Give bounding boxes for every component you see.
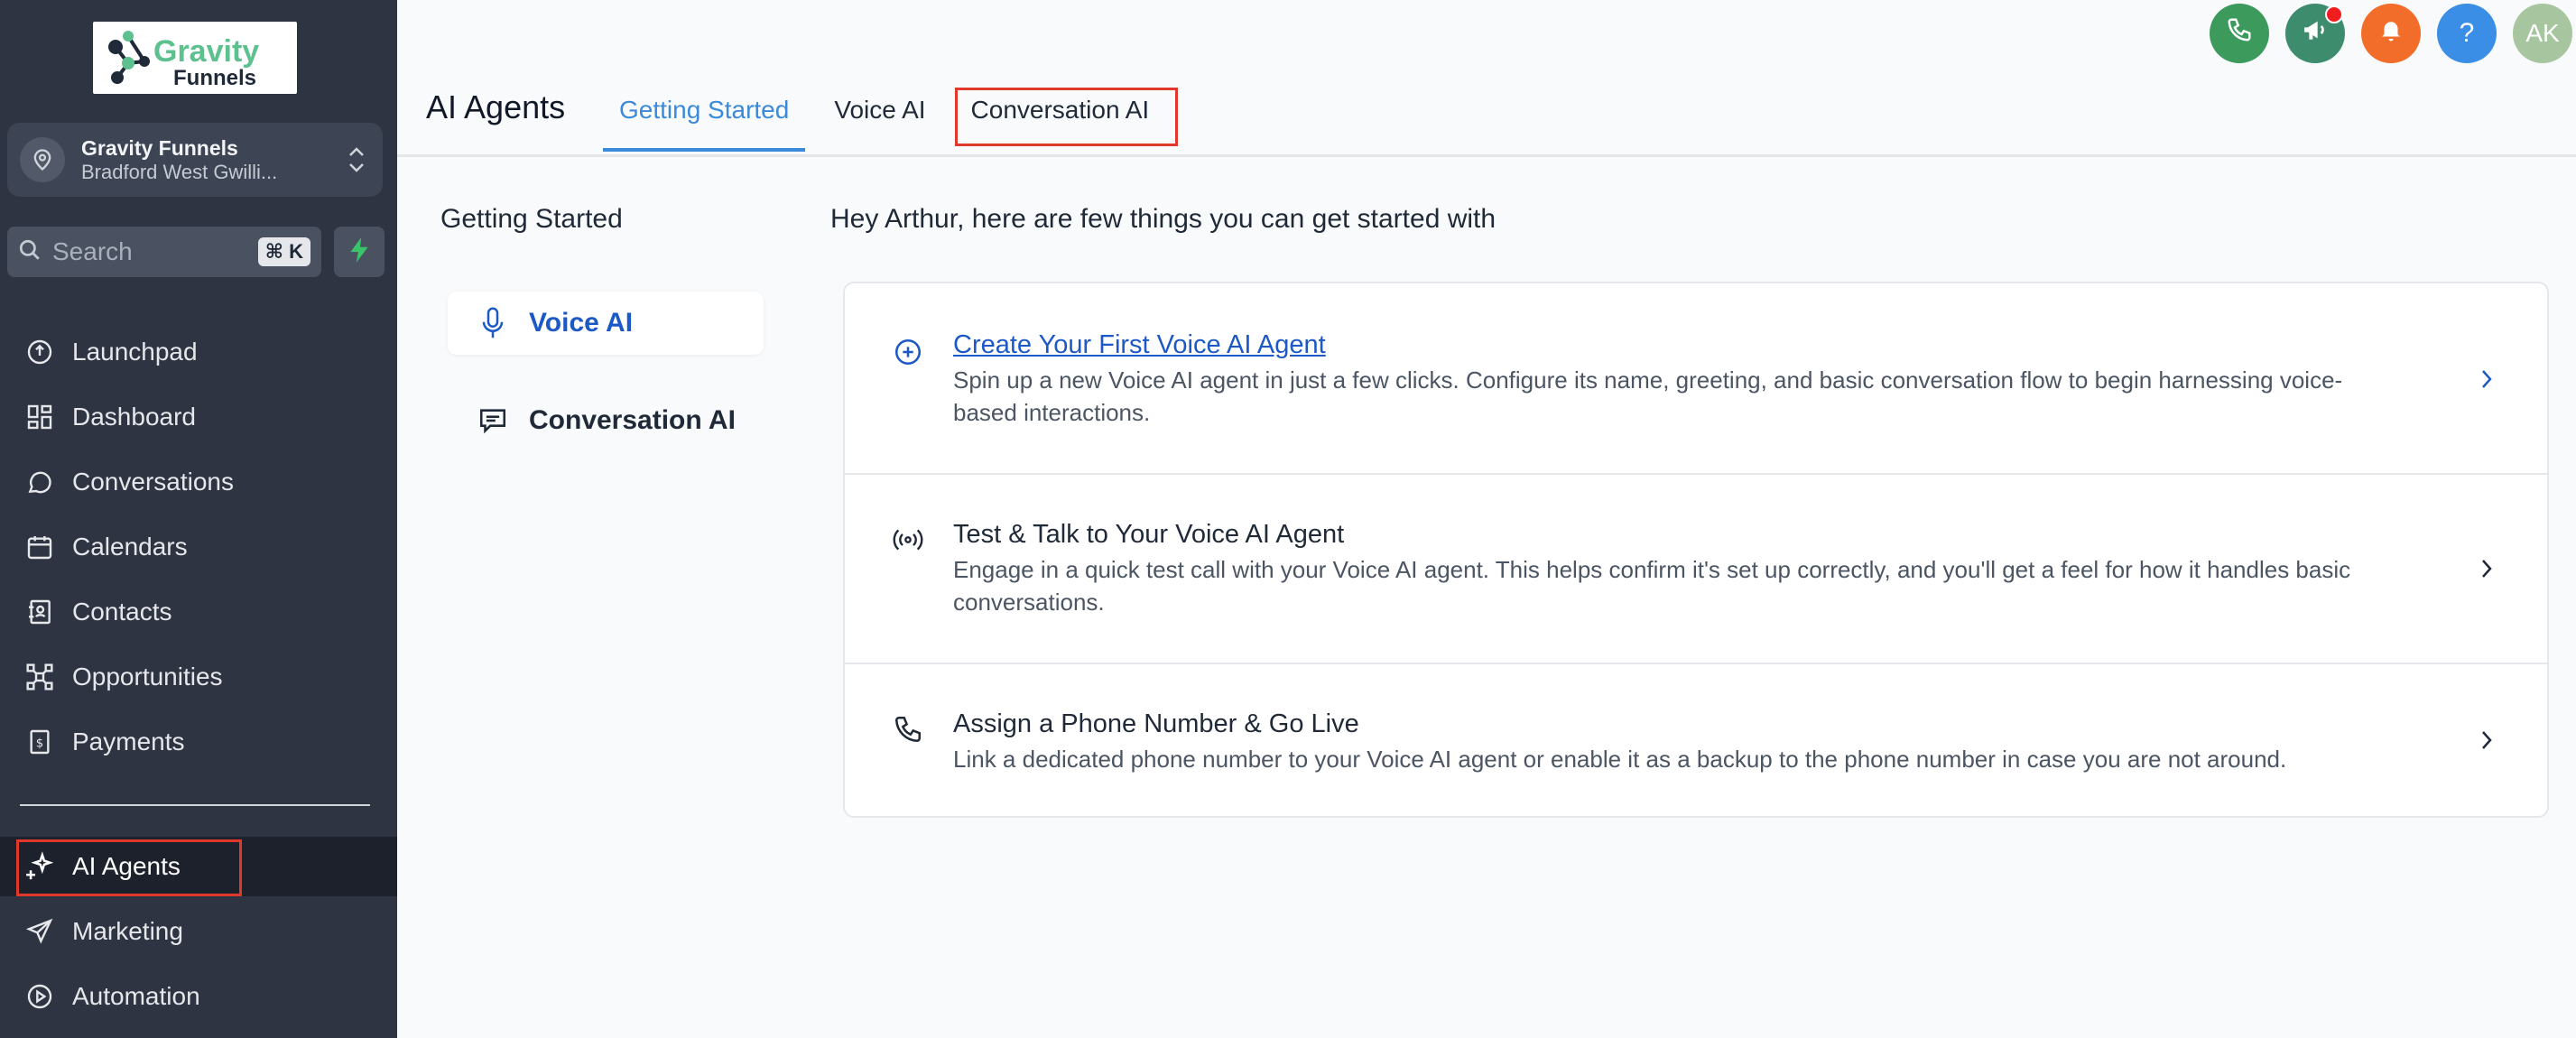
list-item-assign-number[interactable]: Assign a Phone Number & Go Live Link a d… xyxy=(845,664,2547,818)
account-name: Gravity Funnels xyxy=(81,136,238,161)
row-description: Engage in a quick test call with your Vo… xyxy=(953,556,2351,616)
location-pin-icon xyxy=(20,137,65,182)
topbar-actions: ? AK xyxy=(2210,4,2576,63)
receipt-icon: $ xyxy=(22,724,58,760)
announcements-button[interactable] xyxy=(2285,4,2345,63)
chevron-right-icon xyxy=(2473,551,2500,587)
sidebar-item-label: Dashboard xyxy=(72,403,196,431)
sidebar-item-label: Marketing xyxy=(72,917,183,945)
phone-button[interactable] xyxy=(2210,4,2269,63)
sidebar-item-dashboard[interactable]: Dashboard xyxy=(0,387,397,447)
sidebar-item-launchpad[interactable]: Launchpad xyxy=(0,322,397,382)
broadcast-icon xyxy=(890,522,926,558)
page-title: AI Agents xyxy=(426,88,566,125)
search-input[interactable] xyxy=(52,237,251,266)
create-agent-link[interactable]: Create Your First Voice AI Agent xyxy=(953,330,2361,360)
sidebar-item-automation[interactable]: Automation xyxy=(0,967,397,1026)
row-title: Test & Talk to Your Voice AI Agent xyxy=(953,520,1345,549)
submenu-item-label: Voice AI xyxy=(529,308,634,338)
sidebar-item-label: Automation xyxy=(72,982,200,1010)
list-item-test-agent[interactable]: Test & Talk to Your Voice AI Agent Engag… xyxy=(845,475,2547,663)
row-title: Assign a Phone Number & Go Live xyxy=(953,709,1359,738)
tab-conversation-ai[interactable]: Conversation AI xyxy=(955,83,1166,152)
header-divider xyxy=(397,154,2576,157)
sidebar-item-label: Conversations xyxy=(72,468,234,496)
submenu-item-conversation-ai[interactable]: Conversation AI xyxy=(448,389,764,452)
chat-bubble-icon xyxy=(22,464,58,500)
chevron-right-icon xyxy=(2473,361,2500,397)
sidebar-item-marketing[interactable]: Marketing xyxy=(0,902,397,961)
search-shortcut-badge: ⌘ K xyxy=(257,237,310,266)
play-circle-icon xyxy=(22,978,58,1015)
search-box[interactable]: ⌘ K xyxy=(7,227,321,277)
getting-started-card: Create Your First Voice AI Agent Spin up… xyxy=(843,282,2549,818)
sidebar-item-label: Payments xyxy=(72,728,185,755)
avatar-initials: AK xyxy=(2525,19,2560,47)
megaphone-icon xyxy=(2301,15,2330,51)
paper-plane-icon xyxy=(22,913,58,950)
logo-word-gravity: Gravity xyxy=(153,34,259,69)
tab-getting-started[interactable]: Getting Started xyxy=(603,83,806,152)
header-tabs: Getting Started Voice AI Conversation AI xyxy=(603,83,1165,152)
row-description: Link a dedicated phone number to your Vo… xyxy=(953,746,2287,773)
list-item-create-agent[interactable]: Create Your First Voice AI Agent Spin up… xyxy=(845,283,2547,473)
submenu-title: Getting Started xyxy=(440,204,623,234)
account-location: Bradford West Gwilli... xyxy=(81,160,278,183)
notification-dot xyxy=(2325,5,2343,23)
sidebar-item-label: AI Agents xyxy=(72,852,181,880)
sidebar-item-label: Opportunities xyxy=(72,663,223,690)
notifications-button[interactable] xyxy=(2361,4,2421,63)
address-book-icon xyxy=(22,594,58,630)
sidebar-item-payments[interactable]: $ Payments xyxy=(0,712,397,772)
sidebar-item-calendars[interactable]: Calendars xyxy=(0,517,397,577)
search-icon xyxy=(18,238,42,266)
chevron-right-icon xyxy=(2473,722,2500,758)
help-button[interactable]: ? xyxy=(2437,4,2497,63)
sidebar-divider xyxy=(20,804,370,806)
svg-text:$: $ xyxy=(36,737,43,750)
greeting-text: Hey Arthur, here are few things you can … xyxy=(830,204,1496,234)
plus-circle-icon xyxy=(890,334,926,370)
sidebar: Gravity Funnels Gravity Funnels Bradford… xyxy=(0,0,397,1038)
message-square-icon xyxy=(475,403,511,439)
account-switcher[interactable]: Gravity Funnels Bradford West Gwilli... xyxy=(7,123,383,197)
grid-icon xyxy=(22,399,58,435)
quick-actions-button[interactable] xyxy=(334,227,385,277)
row-description: Spin up a new Voice AI agent in just a f… xyxy=(953,366,2343,427)
microphone-icon xyxy=(475,305,511,341)
sidebar-item-opportunities[interactable]: Opportunities xyxy=(0,647,397,707)
sidebar-item-label: Calendars xyxy=(72,533,188,561)
submenu-item-label: Conversation AI xyxy=(529,405,736,435)
chevron-up-down-icon xyxy=(343,144,370,175)
calendar-icon xyxy=(22,529,58,565)
bell-icon xyxy=(2377,16,2405,51)
brand-logo[interactable]: Gravity Funnels xyxy=(93,22,297,94)
sparkle-icon xyxy=(22,848,58,885)
logo-mark-icon: Gravity Funnels xyxy=(108,31,259,90)
phone-icon xyxy=(2226,16,2253,51)
tab-voice-ai[interactable]: Voice AI xyxy=(818,83,941,152)
network-icon xyxy=(22,659,58,695)
rocket-icon xyxy=(22,334,58,370)
lightning-bolt-icon xyxy=(347,236,371,268)
sidebar-item-ai-agents[interactable]: AI Agents xyxy=(0,837,397,896)
sidebar-item-conversations[interactable]: Conversations xyxy=(0,452,397,512)
sidebar-item-label: Launchpad xyxy=(72,338,198,366)
user-avatar[interactable]: AK xyxy=(2513,4,2572,63)
submenu-item-voice-ai[interactable]: Voice AI xyxy=(448,292,764,355)
logo-word-funnels: Funnels xyxy=(173,66,256,90)
help-icon: ? xyxy=(2459,18,2475,48)
sidebar-item-label: Contacts xyxy=(72,598,172,626)
phone-icon xyxy=(890,711,926,747)
sidebar-item-contacts[interactable]: Contacts xyxy=(0,582,397,642)
